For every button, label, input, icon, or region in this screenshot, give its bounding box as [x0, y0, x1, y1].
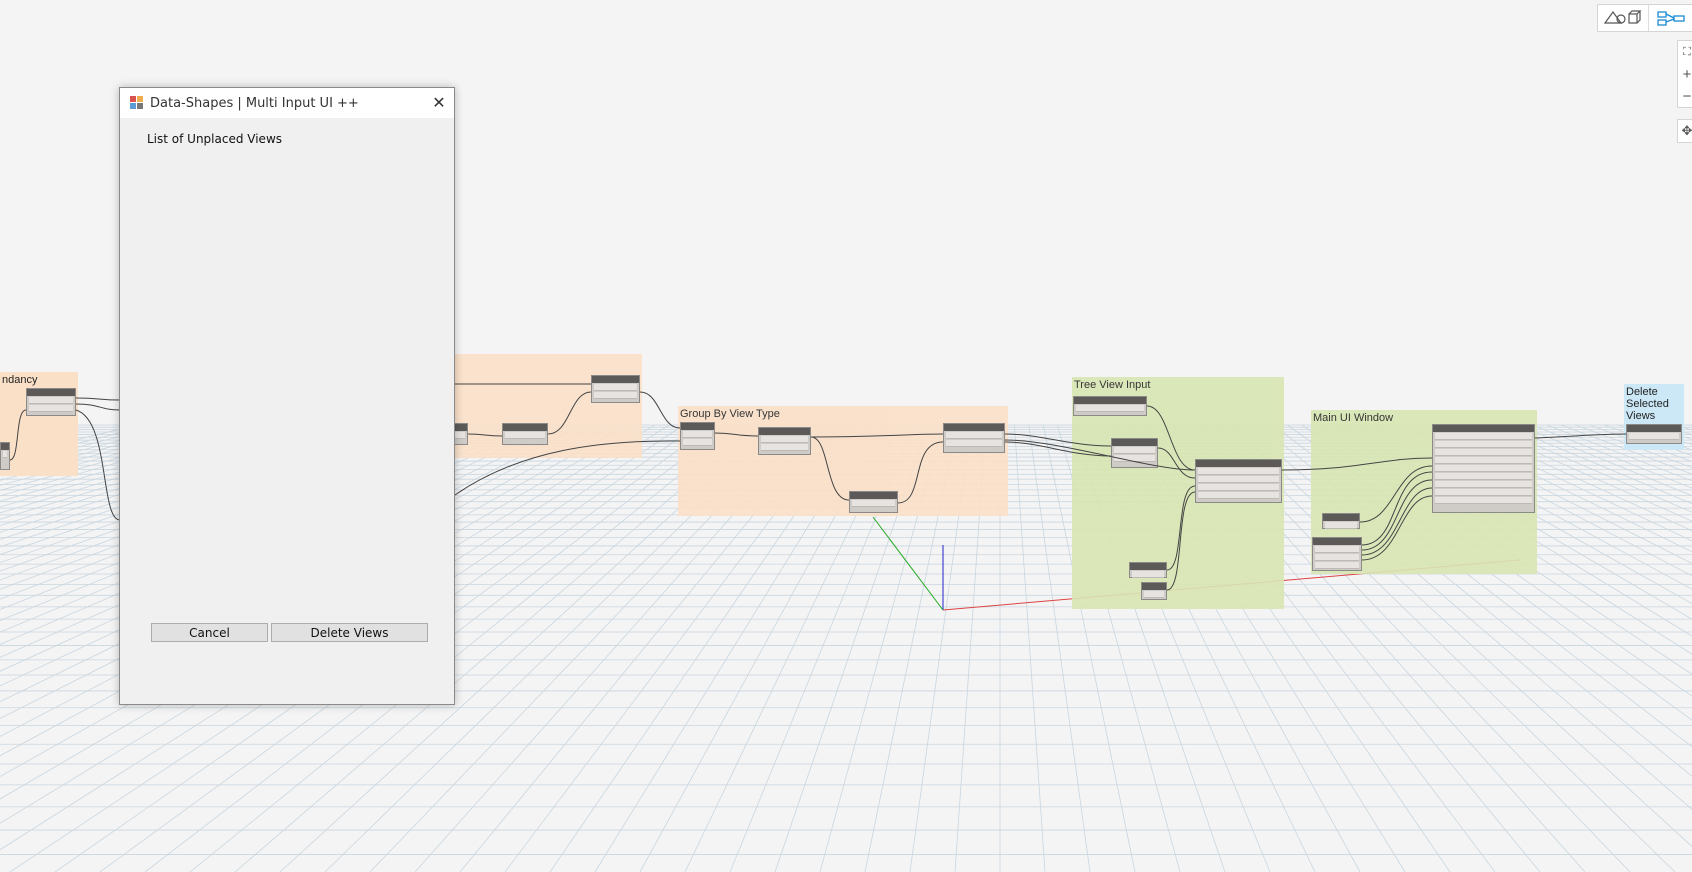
dialog-title: Data-Shapes | Multi Input UI ++	[150, 95, 359, 111]
group-title: Group By View Type	[680, 408, 780, 420]
group-title: Tree View Input	[1074, 379, 1151, 391]
graph-node[interactable]	[1432, 424, 1535, 513]
graph-node[interactable]	[680, 422, 715, 450]
graph-node[interactable]	[758, 427, 811, 455]
cancel-button[interactable]: Cancel	[151, 623, 268, 642]
graph-node[interactable]	[1195, 459, 1282, 503]
zoom-out-icon[interactable]: −	[1678, 85, 1692, 107]
graph-node[interactable]	[0, 442, 10, 470]
graph-node[interactable]	[849, 491, 898, 513]
graph-node[interactable]	[1141, 582, 1167, 600]
view-toggle-toolbar	[1597, 4, 1692, 32]
pan-icon[interactable]: ✥	[1677, 119, 1692, 143]
graph-node[interactable]	[943, 423, 1005, 453]
group-title: Delete Selected Views	[1626, 386, 1669, 422]
geometry-view-icon[interactable]	[1598, 5, 1648, 31]
group-title: ndancy	[2, 374, 38, 386]
zoom-in-icon[interactable]: +	[1678, 63, 1692, 85]
graph-node[interactable]	[26, 388, 76, 416]
graph-node[interactable]	[1111, 438, 1158, 468]
multi-input-dialog: Data-Shapes | Multi Input UI ++ ✕ List o…	[119, 87, 455, 705]
delete-views-button[interactable]: Delete Views	[271, 623, 428, 642]
graph-node[interactable]	[1322, 513, 1360, 529]
axis-z	[872, 516, 944, 611]
graph-node[interactable]	[591, 375, 640, 403]
graph-node[interactable]	[1626, 424, 1682, 444]
zoom-controls: ⛶ + −	[1677, 40, 1692, 108]
graph-node[interactable]	[1073, 396, 1147, 416]
close-icon[interactable]: ✕	[424, 88, 454, 118]
group-title: Main UI Window	[1313, 412, 1394, 424]
graph-view-icon[interactable]	[1648, 5, 1692, 31]
app-icon	[130, 96, 144, 110]
fit-view-icon[interactable]: ⛶	[1678, 41, 1692, 63]
dialog-titlebar[interactable]: Data-Shapes | Multi Input UI ++ ✕	[120, 88, 454, 118]
input-label: List of Unplaced Views	[147, 132, 283, 146]
graph-node[interactable]	[502, 423, 548, 445]
graph-node[interactable]	[1312, 537, 1362, 571]
graph-node[interactable]	[1129, 562, 1167, 578]
